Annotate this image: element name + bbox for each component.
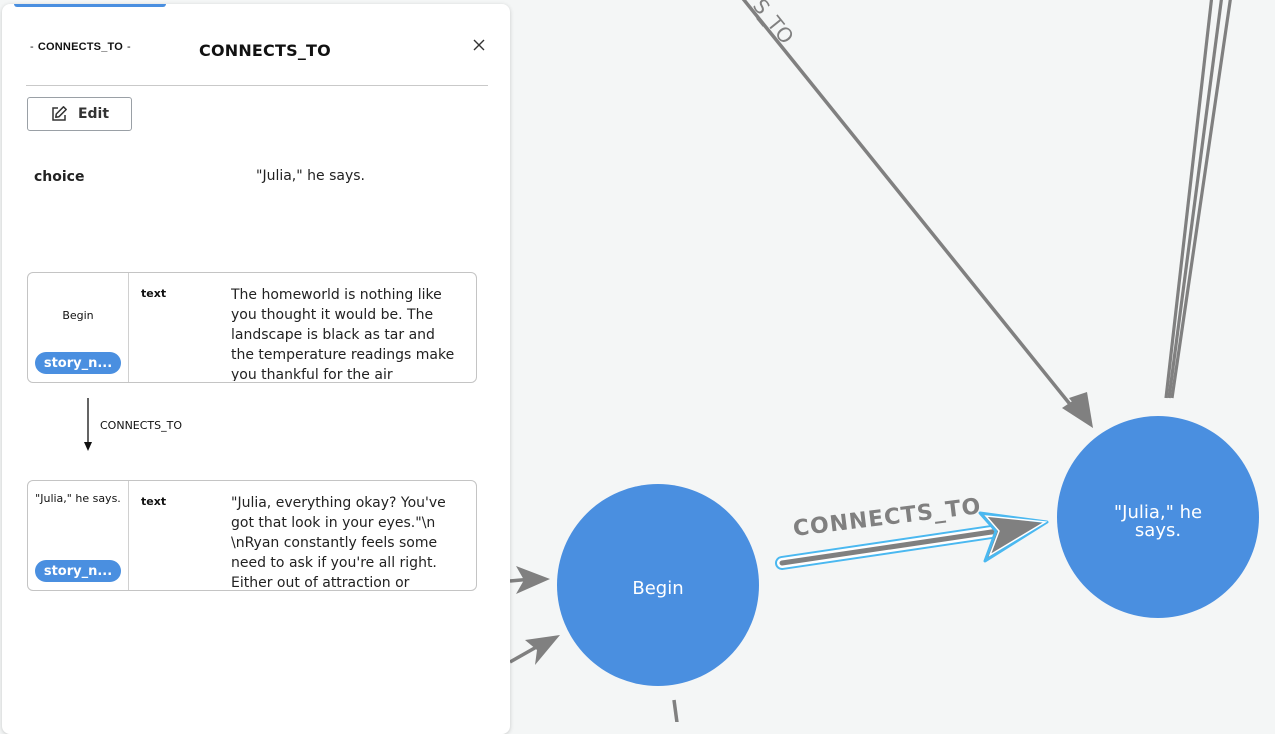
target-node-prop-value: "Julia, everything okay? You've got that… [231,495,446,589]
node-begin-label: Begin [632,578,683,599]
source-node-label-pill[interactable]: story_n... [35,352,121,374]
property-key: choice [34,169,85,185]
relationship-inspector-panel: - CONNECTS_TO - CONNECTS_TO Edit choice "J… [2,4,510,734]
edit-pencil-icon [52,106,67,121]
target-node-card[interactable]: "Julia," he says. story_n... text "Julia… [27,480,477,591]
target-node-label-pill[interactable]: story_n... [35,560,121,582]
relationship-type-chip-label: CONNECTS_TO [37,41,123,53]
edge-left-to-begin-2[interactable] [509,635,560,665]
arrow-down-icon [84,398,92,451]
node-begin[interactable]: Begin [557,484,759,686]
edge-top-to-julia[interactable] [740,0,1093,428]
target-node-summary: "Julia," he says. story_n... [28,481,129,590]
source-node-name: Begin [62,309,94,322]
edit-button[interactable]: Edit [27,97,132,131]
target-node-name: "Julia," he says. [35,492,121,505]
close-icon [473,39,485,51]
relationship-connector: CONNECTS_TO [84,398,287,452]
panel-title: CONNECTS_TO [199,41,331,60]
source-node-prop-key: text [141,287,167,300]
edge-begin-to-bottom[interactable] [672,699,679,722]
source-node-card[interactable]: Begin story_n... text The homeworld is n… [27,272,477,383]
edge-bundle-top-right[interactable] [1164,0,1232,399]
property-value: "Julia," he says. [256,168,365,184]
edge-left-to-begin-1[interactable] [509,566,550,594]
source-node-summary: Begin story_n... [28,273,129,382]
node-julia-label-line2: says. [1135,520,1181,541]
close-button[interactable] [470,36,488,54]
relationship-type-chip[interactable]: - CONNECTS_TO - [26,41,135,53]
edit-button-label: Edit [77,106,110,122]
relationship-connector-label: CONNECTS_TO [100,419,183,432]
edge-label-partial: S_TO [748,0,799,49]
header-divider [26,85,488,86]
source-node-prop-value: The homeworld is nothing like you though… [231,287,455,381]
node-julia[interactable]: "Julia," he says. [1057,416,1259,618]
target-node-prop-key: text [141,495,167,508]
active-tab-indicator [14,4,166,7]
